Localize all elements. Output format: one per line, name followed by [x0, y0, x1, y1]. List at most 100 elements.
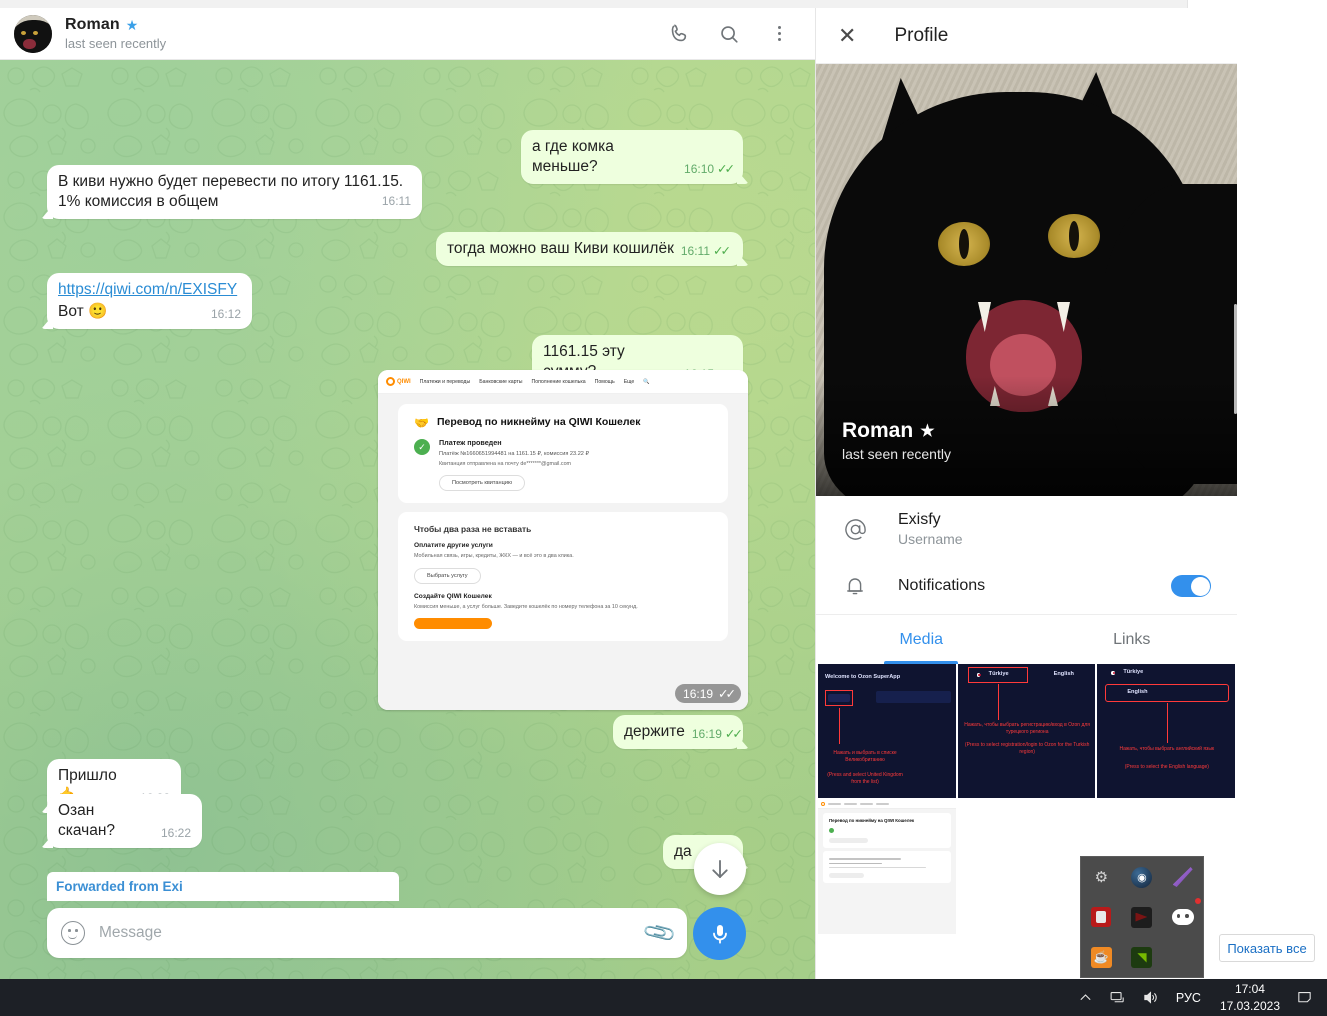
- thumb-note-ru: Нажать и выбрать в списке Великобританию: [833, 750, 897, 764]
- qiwi-payment-card: 🤝 Перевод по никнейму на QIWI Кошелек ✓ …: [398, 404, 728, 504]
- taskbar-clock[interactable]: 17:04 17.03.2023: [1210, 981, 1290, 1013]
- profile-row-username[interactable]: Exisfy Username: [816, 500, 1237, 558]
- thumb-flag-label: Türkiye: [1123, 669, 1144, 675]
- photo-message[interactable]: QIWI Платежи и переводы Банковские карты…: [378, 370, 748, 710]
- thumb-qiwi-preview: Перевод по никнейму на QIWI Кошелек: [818, 800, 956, 934]
- record-voice-button[interactable]: [693, 907, 746, 960]
- message-time: 16:22: [160, 825, 191, 840]
- tab-media[interactable]: Media: [816, 615, 1027, 664]
- chat-title: Roman: [65, 16, 120, 33]
- message-link[interactable]: https://qiwi.com/n/EXISFY: [58, 281, 237, 298]
- tray-icon-steam[interactable]: ◉: [1122, 857, 1163, 897]
- qiwi-nav-link: Пополнение кошелька: [531, 378, 586, 385]
- tab-links[interactable]: Links: [1027, 615, 1238, 664]
- message-bubble[interactable]: В киви нужно будет перевести по итогу 11…: [47, 165, 422, 220]
- forwarded-from-bar[interactable]: Forwarded from Exi: [47, 872, 399, 901]
- message-bubble[interactable]: а где комка меньше? 16:10 ✓✓: [521, 130, 743, 185]
- message-bubble[interactable]: https://qiwi.com/n/EXISFY Вот 🙂 16:12: [47, 273, 252, 330]
- chat-column: Roman ★ last seen recently а где комка м…: [0, 8, 815, 979]
- qiwi-card-title: Перевод по никнейму на QIWI Кошелек: [436, 416, 641, 428]
- profile-tabs: Media Links: [816, 614, 1237, 664]
- qiwi-promo-p2: Комиссия меньше, а услуг больше. Заведит…: [414, 604, 638, 611]
- chat-header-texts: Roman ★ last seen recently: [65, 16, 667, 51]
- tab-links-label: Links: [1113, 630, 1151, 648]
- qiwi-logo-icon: [821, 802, 825, 806]
- at-icon: [842, 517, 868, 542]
- show-all-button[interactable]: Показать все: [1219, 934, 1315, 962]
- profile-panel: ✕ Profile Roman ★ last seen recently Exi…: [815, 8, 1237, 979]
- volume-icon[interactable]: [1134, 979, 1167, 1016]
- thumb-note-ru: Нажать, чтобы выбрать регистрацию/вход в…: [964, 722, 1091, 736]
- message-text: Вот 🙂: [58, 303, 108, 321]
- paperclip-icon[interactable]: 📎: [641, 914, 678, 951]
- clock-date: 17.03.2023: [1219, 998, 1280, 1013]
- profile-name-block: Roman ★ last seen recently: [842, 419, 951, 462]
- qiwi-navbar: QIWI Платежи и переводы Банковские карты…: [378, 370, 748, 394]
- notification-icon[interactable]: [1290, 979, 1319, 1016]
- success-check-icon: [829, 827, 834, 833]
- thumb-flag-label: English: [1053, 671, 1074, 677]
- red-app-icon: [1091, 907, 1112, 927]
- media-thumbnail[interactable]: Türkiye English Нажать, чтобы выбрать ан…: [1097, 664, 1235, 798]
- media-thumbnail[interactable]: Перевод по никнейму на QIWI Кошелек: [818, 800, 956, 934]
- media-thumbnail[interactable]: Türkiye English Нажать, чтобы выбрать ре…: [957, 664, 1096, 798]
- notifications-toggle[interactable]: [1171, 575, 1211, 597]
- tray-icon-red-app[interactable]: [1081, 897, 1122, 937]
- message-bubble[interactable]: тогда можно ваш Киви кошилёк 16:11 ✓✓: [436, 232, 743, 267]
- windows-taskbar: РУС 17:04 17.03.2023: [0, 979, 1327, 1016]
- bell-icon: [842, 574, 868, 598]
- qiwi-nav-link: Банковские карты: [479, 378, 523, 385]
- microphone-icon: [712, 924, 727, 944]
- tray-icon-feather[interactable]: [1162, 857, 1203, 897]
- message-time: 16:19: [683, 686, 714, 701]
- scroll-to-bottom-button[interactable]: [694, 843, 746, 895]
- message-time: 16:19: [691, 726, 722, 741]
- message-bubble[interactable]: Озан скачан? 16:22: [47, 794, 202, 849]
- media-thumbnail[interactable]: Welcome to Ozon SuperApp Нажать и выбрат…: [818, 664, 956, 798]
- message-input[interactable]: [99, 924, 646, 942]
- profile-header: ✕ Profile: [816, 8, 1237, 64]
- message-bubble[interactable]: держите 16:19 ✓✓: [613, 715, 743, 750]
- qiwi-nav-link: Помощь: [594, 378, 615, 385]
- read-ticks-icon: ✓✓: [713, 243, 731, 258]
- qiwi-promo-title: Чтобы два раза не вставать: [414, 524, 532, 535]
- qiwi-nav-link: Еще: [623, 378, 635, 385]
- phone-icon[interactable]: [667, 22, 691, 46]
- tray-icon-discord[interactable]: [1162, 897, 1203, 937]
- message-composer[interactable]: 📎: [47, 908, 687, 958]
- chat-status: last seen recently: [65, 36, 167, 51]
- qiwi-logo-text: QIWI: [397, 378, 411, 385]
- telegram-desktop-window: Roman ★ last seen recently а где комка м…: [0, 0, 1327, 1016]
- nvidia-icon: ◥: [1131, 946, 1153, 968]
- profile-scrollbar[interactable]: [1234, 304, 1237, 414]
- profile-photo[interactable]: Roman ★ last seen recently: [816, 64, 1237, 496]
- tray-icon-dark-arrow[interactable]: [1122, 897, 1163, 937]
- smiley-icon[interactable]: [61, 921, 85, 945]
- profile-status: last seen recently: [842, 446, 951, 462]
- steam-icon: ◉: [1131, 866, 1153, 888]
- language-indicator[interactable]: РУС: [1167, 991, 1210, 1005]
- window-top-strip: [0, 0, 1327, 8]
- close-icon[interactable]: ✕: [838, 24, 856, 47]
- tray-icon-nvidia[interactable]: ◥: [1122, 937, 1163, 977]
- chevron-up-icon[interactable]: [1070, 979, 1101, 1016]
- message-text: да: [674, 843, 692, 860]
- message-text: а где комка меньше?: [532, 138, 614, 176]
- profile-row-notifications[interactable]: Notifications: [816, 558, 1237, 614]
- thumb-title: Перевод по никнейму на QIWI Кошелек: [829, 818, 915, 823]
- tab-media-label: Media: [899, 630, 944, 648]
- chat-header-actions: [667, 22, 791, 46]
- gear-icon: ⚙: [1094, 869, 1109, 886]
- clock-time: 17:04: [1234, 982, 1265, 997]
- thumb-note-en: (Press and select United Kingdom from th…: [827, 772, 903, 786]
- network-icon[interactable]: [1101, 979, 1134, 1016]
- tray-icon-settings[interactable]: ⚙: [1081, 857, 1122, 897]
- chat-header: Roman ★ last seen recently: [0, 8, 815, 60]
- discord-icon: [1171, 909, 1194, 925]
- chat-avatar[interactable]: [14, 14, 52, 53]
- tray-icon-java[interactable]: ☕: [1081, 937, 1122, 977]
- more-menu-icon[interactable]: [767, 22, 791, 46]
- photo-message-time: 16:19 ✓✓: [675, 684, 741, 703]
- search-icon[interactable]: [717, 22, 741, 46]
- qiwi-search-icon: 🔍: [643, 378, 650, 385]
